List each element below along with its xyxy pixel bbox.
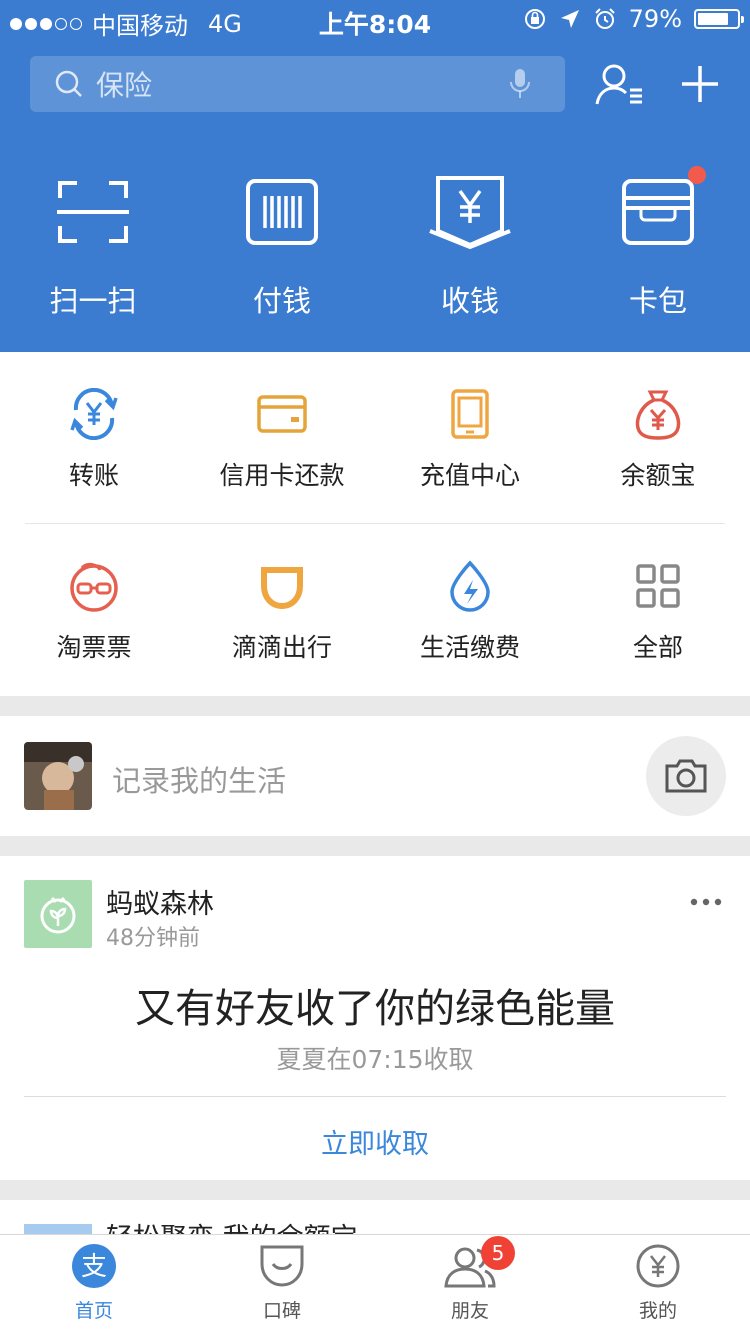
- service-all[interactable]: 全部: [564, 558, 750, 664]
- tab-friends[interactable]: 5 朋友: [376, 1236, 564, 1323]
- post-prompt-placeholder: 记录我的生活: [112, 764, 287, 798]
- sprout-icon: [40, 896, 76, 934]
- koubei-icon: [260, 1245, 304, 1287]
- service-label: 全部: [632, 633, 683, 662]
- search-icon: [55, 70, 82, 97]
- scan-label: 扫一扫: [49, 284, 137, 318]
- service-label: 充值中心: [419, 461, 520, 490]
- scan-button[interactable]: 扫一扫: [13, 172, 173, 320]
- mic-icon[interactable]: [509, 68, 531, 100]
- phone-recharge-icon: [451, 389, 489, 439]
- pay-button[interactable]: 付钱: [202, 172, 362, 320]
- collect-now-link[interactable]: 立即收取: [0, 1122, 750, 1161]
- tab-profile[interactable]: 我的: [564, 1242, 750, 1323]
- camera-button[interactable]: [646, 736, 726, 816]
- receive-money-button[interactable]: 收钱: [390, 172, 550, 320]
- tab-label: 朋友: [450, 1300, 489, 1322]
- next-card-title: 轻松聚变 我的余额宝: [106, 1222, 358, 1234]
- glasses-face-icon: [70, 562, 118, 612]
- tab-home[interactable]: 支 首页: [0, 1242, 188, 1323]
- service-yuebao[interactable]: 余额宝: [564, 386, 750, 492]
- service-label: 淘票票: [56, 633, 132, 662]
- tab-label: 首页: [74, 1300, 113, 1322]
- feed-time-ago: 48分钟前: [106, 926, 200, 951]
- divider: [24, 1096, 726, 1097]
- feed-headline: 又有好友收了你的绿色能量: [135, 986, 615, 1032]
- alipay-home-icon: 支: [72, 1244, 116, 1288]
- grid-icon: [636, 564, 680, 608]
- water-drop-icon: [450, 560, 490, 612]
- search-placeholder: 保险: [96, 69, 153, 102]
- service-recharge-center[interactable]: 充值中心: [376, 386, 564, 492]
- service-label: 余额宝: [620, 461, 696, 490]
- location-arrow-icon: [560, 10, 579, 28]
- service-transfer[interactable]: 转账: [0, 386, 188, 492]
- receive-money-label: 收钱: [440, 284, 499, 318]
- divider: [25, 523, 725, 524]
- plus-icon[interactable]: [680, 62, 720, 106]
- notification-dot: [688, 166, 706, 184]
- svg-text:支: 支: [81, 1252, 107, 1282]
- battery-icon: [694, 9, 744, 29]
- service-didi[interactable]: 滴滴出行: [188, 558, 376, 664]
- camera-icon: [665, 759, 707, 793]
- more-icon[interactable]: [690, 896, 722, 908]
- service-utility-payment[interactable]: 生活缴费: [376, 558, 564, 664]
- battery-percent: 79%: [628, 5, 682, 33]
- feed-source-name: 蚂蚁森林: [106, 889, 214, 920]
- profile-icon: [636, 1244, 680, 1288]
- service-label: 生活缴费: [419, 633, 520, 662]
- feed-subtext: 夏夏在07:15收取: [276, 1045, 474, 1074]
- barcode-icon: [246, 179, 318, 245]
- service-label: 滴滴出行: [231, 633, 332, 662]
- card-wallet-button[interactable]: 卡包: [578, 166, 738, 320]
- tab-label: 口碑: [262, 1300, 301, 1322]
- service-taopiaopiao[interactable]: 淘票票: [0, 558, 188, 664]
- status-bar: 中国移动 4G 上午8:04 79%: [0, 0, 750, 40]
- tab-koubei[interactable]: 口碑: [188, 1242, 376, 1323]
- didi-icon: [261, 567, 303, 610]
- rotation-lock-icon: [524, 9, 545, 29]
- service-label: 转账: [68, 461, 119, 490]
- avatar[interactable]: [24, 742, 92, 810]
- scan-icon: [57, 181, 129, 243]
- service-label: 信用卡还款: [219, 461, 345, 490]
- ant-forest-logo: [24, 880, 92, 948]
- contacts-icon[interactable]: [594, 62, 646, 108]
- pay-label: 付钱: [252, 284, 311, 318]
- card-wallet-icon: [622, 179, 694, 245]
- receive-money-icon: [429, 176, 511, 249]
- alarm-icon: [594, 8, 615, 29]
- friends-badge: 5: [481, 1236, 515, 1270]
- credit-card-icon: [257, 395, 307, 433]
- transfer-icon: [70, 388, 118, 440]
- card-wallet-label: 卡包: [628, 284, 687, 318]
- service-credit-card-repayment[interactable]: 信用卡还款: [188, 386, 376, 492]
- money-bag-icon: [635, 390, 681, 440]
- search-input[interactable]: 保险: [30, 56, 565, 112]
- tab-label: 我的: [638, 1300, 677, 1322]
